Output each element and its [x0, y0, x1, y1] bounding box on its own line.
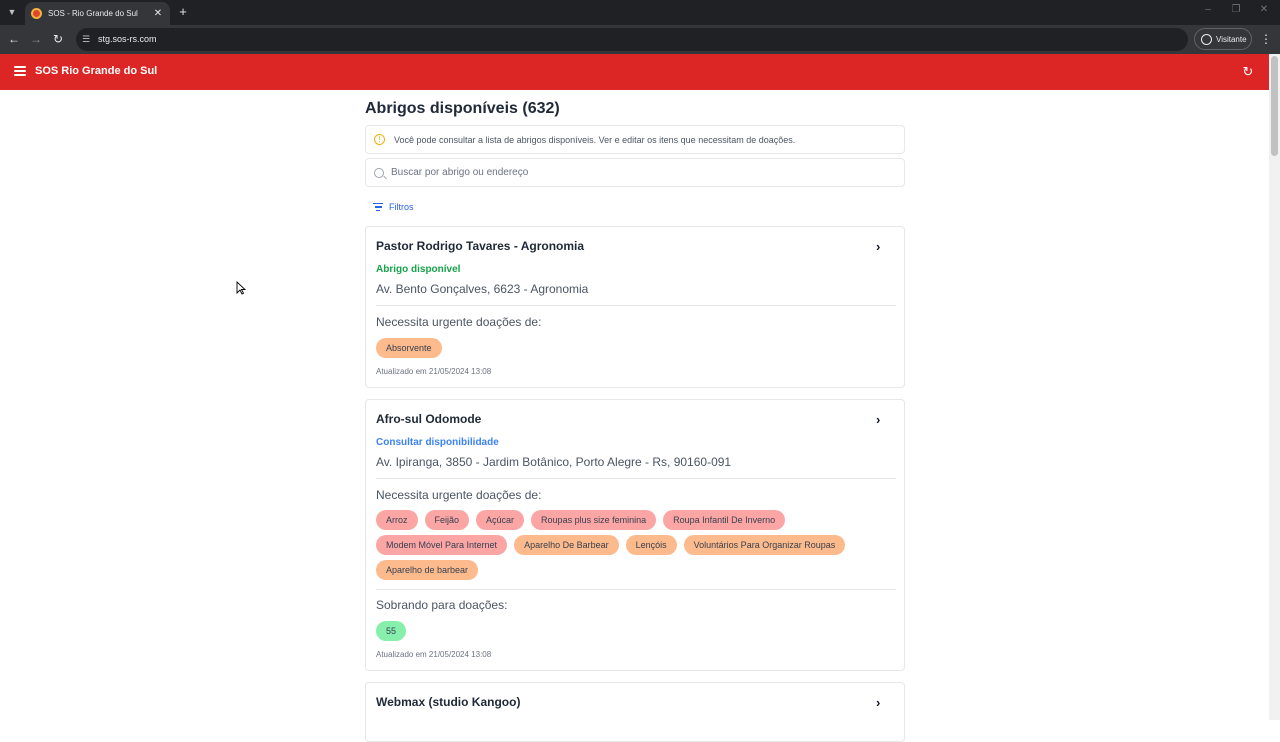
search-icon [374, 167, 384, 178]
url-text[interactable]: stg.sos-rs.com [98, 34, 157, 44]
shelter-address: Av. Ipiranga, 3850 - Jardim Botânico, Po… [376, 455, 732, 469]
shelter-address: Av. Bento Gonçalves, 6623 - Agronomia [376, 282, 589, 296]
chevron-right-icon[interactable]: › [876, 696, 880, 710]
shelter-name: Webmax (studio Kangoo) [376, 695, 521, 709]
tab-list-icon[interactable]: ▼ [4, 4, 20, 20]
updated-timestamp: Atualizado em 21/05/2024 13:08 [376, 367, 492, 376]
info-icon: ! [374, 134, 385, 145]
divider [376, 305, 896, 306]
restore-icon[interactable]: ❐ [1228, 4, 1244, 15]
info-banner: ! Você pode consultar a lista de abrigos… [365, 125, 905, 154]
refresh-icon[interactable]: ↻ [1241, 65, 1255, 79]
address-bar[interactable]: ☰ stg.sos-rs.com [76, 28, 1188, 51]
updated-timestamp: Atualizado em 21/05/2024 13:08 [376, 650, 492, 659]
urgent-need-tag: Feijão [424, 510, 470, 530]
urgent-needs-title: Necessita urgente doações de: [376, 488, 542, 502]
browser-tab[interactable]: SOS - Rio Grande do Sul ✕ [25, 2, 170, 25]
urgent-need-tag: Modem Móvel Para Internet [376, 535, 508, 555]
browser-toolbar: ← → ↻ ☰ stg.sos-rs.com Visitante ⋮ [0, 25, 1280, 54]
urgent-need-tag: Açúcar [476, 510, 525, 530]
filter-icon [373, 203, 383, 211]
surplus-title: Sobrando para doações: [376, 598, 508, 612]
search-box[interactable] [365, 158, 905, 187]
forward-icon[interactable]: → [28, 31, 44, 47]
page-scrollbar[interactable] [1269, 54, 1280, 720]
urgent-needs-title: Necessita urgente doações de: [376, 315, 542, 329]
mouse-cursor-icon [236, 281, 246, 295]
favicon-icon [31, 8, 42, 19]
search-input[interactable] [391, 167, 871, 178]
urgent-need-tag: Roupas plus size feminina [531, 510, 657, 530]
divider [376, 589, 896, 590]
close-icon[interactable]: ✕ [152, 8, 164, 19]
chevron-right-icon[interactable]: › [876, 413, 880, 427]
tab-title: SOS - Rio Grande do Sul [48, 9, 138, 18]
urgent-need-tag: Aparelho de barbear [376, 560, 479, 580]
urgent-need-tag: Roupa Infantil De Inverno [663, 510, 786, 530]
app-title[interactable]: SOS Rio Grande do Sul [35, 65, 157, 77]
urgent-need-tag: Voluntários Para Organizar Roupas [683, 535, 846, 555]
filters-label: Filtros [389, 202, 414, 212]
scrollbar-thumb[interactable] [1271, 56, 1278, 156]
app-header: SOS Rio Grande do Sul ↻ [0, 54, 1269, 90]
surplus-tag: 55 [376, 621, 407, 641]
profile-label: Visitante [1216, 34, 1247, 44]
surplus-tags: 55 [376, 621, 896, 641]
window-close-icon[interactable]: ✕ [1256, 4, 1272, 15]
shelter-card[interactable]: Afro-sul Odomode › Consultar disponibili… [365, 399, 905, 671]
urgent-tags: Absorvente [376, 338, 896, 358]
shelter-card[interactable]: Webmax (studio Kangoo) › [365, 682, 905, 742]
urgent-need-tag: Absorvente [376, 338, 442, 358]
site-info-icon[interactable]: ☰ [82, 34, 92, 44]
divider [376, 478, 896, 479]
shelter-card[interactable]: Pastor Rodrigo Tavares - Agronomia › Abr… [365, 226, 905, 388]
urgent-need-tag: Lençóis [625, 535, 677, 555]
hamburger-menu-icon[interactable] [14, 66, 26, 76]
urgent-need-tag: Aparelho De Barbear [514, 535, 619, 555]
urgent-need-tag: Arroz [376, 510, 418, 530]
profile-icon [1201, 33, 1212, 45]
profile-button[interactable]: Visitante [1194, 28, 1252, 50]
shelter-name: Pastor Rodrigo Tavares - Agronomia [376, 239, 585, 253]
back-icon[interactable]: ← [6, 31, 22, 47]
reload-icon[interactable]: ↻ [50, 31, 66, 47]
urgent-tags: Arroz Feijão Açúcar Roupas plus size femini… [376, 510, 896, 580]
info-text: Você pode consultar a lista de abrigos d… [394, 134, 796, 145]
shelter-status[interactable]: Consultar disponibilidade [376, 437, 499, 448]
page-title: Abrigos disponíveis (632) [365, 100, 560, 117]
plus-icon[interactable]: + [176, 4, 190, 20]
shelter-name: Afro-sul Odomode [376, 412, 482, 426]
minimize-icon[interactable]: – [1200, 4, 1216, 15]
browser-tab-bar: ▼ SOS - Rio Grande do Sul ✕ + – ❐ ✕ [0, 0, 1280, 25]
filters-button[interactable]: Filtros [373, 202, 414, 212]
chevron-right-icon[interactable]: › [876, 240, 880, 254]
shelter-status: Abrigo disponível [376, 264, 461, 275]
menu-icon[interactable]: ⋮ [1260, 31, 1272, 47]
